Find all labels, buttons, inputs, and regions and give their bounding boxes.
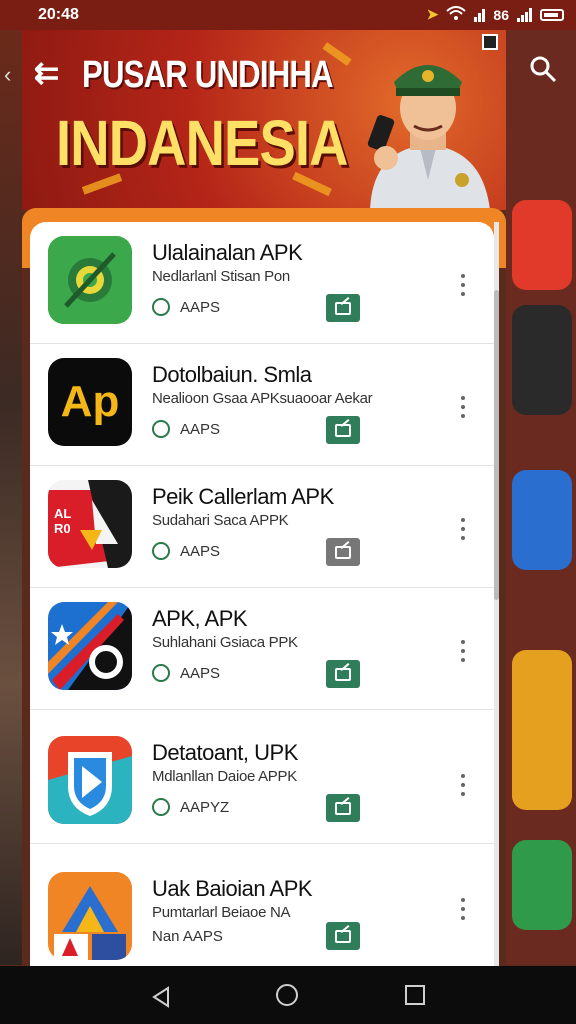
app-name: Ulalainalan APK: [152, 240, 303, 265]
install-button[interactable]: [326, 794, 360, 822]
app-icon: AL R0: [48, 480, 132, 568]
edit-icon: [335, 801, 351, 815]
more-menu-button[interactable]: [458, 774, 468, 796]
list-item[interactable]: APK, APK Suhlahani Gsiaca PPK AAPS: [30, 588, 494, 710]
app-tag: AAPS: [152, 542, 220, 560]
app-tag: AAPYZ: [152, 798, 229, 816]
nav-back-icon[interactable]: [150, 986, 172, 1008]
banner-menu-icon[interactable]: [482, 34, 498, 50]
search-icon[interactable]: [528, 54, 558, 84]
app-name: APK, APK: [152, 606, 248, 631]
install-button[interactable]: [326, 294, 360, 322]
promo-banner[interactable]: ⇇ PUSAR UNDIHHA INDANESIA: [22, 30, 506, 210]
wifi-icon: [446, 6, 467, 23]
officer-illustration: [367, 65, 490, 210]
edit-icon: [335, 545, 351, 559]
app-desc: Nedlarlanl Stisan Pon: [152, 268, 290, 285]
tag-label: AAPS: [180, 298, 221, 316]
nav-recents-icon[interactable]: [405, 985, 425, 1005]
app-name: Peik Callerlam APK: [152, 484, 334, 509]
status-icons: ➤ 86: [427, 6, 564, 23]
app-tag: AAPS: [152, 420, 220, 438]
navigation-bar: [0, 966, 576, 1024]
back-arrow-icon[interactable]: ⇇: [34, 56, 59, 91]
banner-subtitle: INDANESIA: [56, 107, 348, 179]
list-item[interactable]: Ulalainalan APK Nedlarlanl Stisan Pon AA…: [30, 222, 494, 344]
nav-home-icon[interactable]: [276, 984, 298, 1006]
background-left: [0, 30, 22, 965]
app-icon-text: Ap: [60, 377, 120, 426]
bg-app-tile: [512, 200, 572, 290]
app-icon: [48, 236, 132, 324]
app-icon: Ap: [48, 358, 132, 446]
tag-label: AAPS: [180, 664, 221, 682]
more-menu-button[interactable]: [458, 396, 468, 418]
list-item[interactable]: AL R0 Peik Callerlam APK Sudahari Saca A…: [30, 466, 494, 588]
app-name: Dotolbaiun. Smla: [152, 362, 312, 387]
tag-icon: [152, 798, 170, 816]
more-menu-button[interactable]: [458, 518, 468, 540]
list-item[interactable]: Ap Dotolbaiun. Smla Nealioon Gsaa APKsua…: [30, 344, 494, 466]
tag-label: AAPYZ: [180, 798, 230, 816]
edit-icon: [335, 667, 351, 681]
list-item[interactable]: Detatoant, UPK Mdlanllan Daioe APPK AAPY…: [30, 722, 494, 844]
app-tag: AAPS: [152, 298, 220, 316]
signal-icon: [474, 8, 486, 22]
status-time: 20:48: [38, 6, 79, 23]
app-name: Detatoant, UPK: [152, 740, 298, 765]
signal-icon-2: [517, 7, 532, 22]
bg-app-tile: [512, 840, 572, 930]
app-desc: Mdlanllan Daioe APPK: [152, 768, 297, 785]
app-name: Uak Baioian APK: [152, 876, 313, 901]
tag-label: AAPS: [180, 420, 221, 438]
tag-icon: [152, 542, 170, 560]
more-menu-button[interactable]: [458, 274, 468, 296]
app-tag: Nan AAPS: [152, 928, 223, 945]
app-icon-text: AL R0: [54, 506, 72, 536]
tag-icon: [152, 420, 170, 438]
status-bar: 20:48 ➤ 86: [0, 0, 576, 30]
outer-back-icon[interactable]: ‹: [4, 62, 11, 88]
battery-icon: [540, 8, 564, 21]
install-button[interactable]: [326, 660, 360, 688]
tag-label: Nan AAPS: [152, 928, 223, 945]
tag-icon: [152, 298, 170, 316]
scrollbar-thumb[interactable]: [494, 290, 499, 600]
install-button[interactable]: [326, 922, 360, 950]
more-menu-button[interactable]: [458, 898, 468, 920]
list-item[interactable]: Uak Baioian APK Pumtarlarl Beiaoe NA Nan…: [30, 858, 494, 967]
tag-icon: [152, 664, 170, 682]
install-button[interactable]: [326, 416, 360, 444]
app-icon: [48, 872, 132, 960]
app-desc: Sudahari Saca APPK: [152, 512, 289, 529]
app-tag: AAPS: [152, 664, 220, 682]
app-desc: Nealioon Gsaa APKsuaooar Aekar: [152, 390, 373, 407]
app-icon: [48, 736, 132, 824]
install-button[interactable]: [326, 538, 360, 566]
bg-app-tile: [512, 305, 572, 415]
edit-icon: [335, 301, 351, 315]
banner-title: PUSAR UNDIHHA: [82, 54, 334, 96]
tag-label: AAPS: [180, 542, 221, 560]
flag-icon: ➤: [426, 6, 439, 22]
app-list: Ulalainalan APK Nedlarlanl Stisan Pon AA…: [30, 222, 494, 967]
background-right: [506, 30, 576, 965]
bg-app-tile: [512, 650, 572, 810]
edit-icon: [335, 929, 351, 943]
bg-app-tile: [512, 470, 572, 570]
app-icon: [48, 602, 132, 690]
more-menu-button[interactable]: [458, 640, 468, 662]
network-label: 86: [493, 6, 509, 23]
app-desc: Suhlahani Gsiaca PPK: [152, 634, 298, 651]
edit-icon: [335, 423, 351, 437]
app-desc: Pumtarlarl Beiaoe NA: [152, 904, 291, 921]
